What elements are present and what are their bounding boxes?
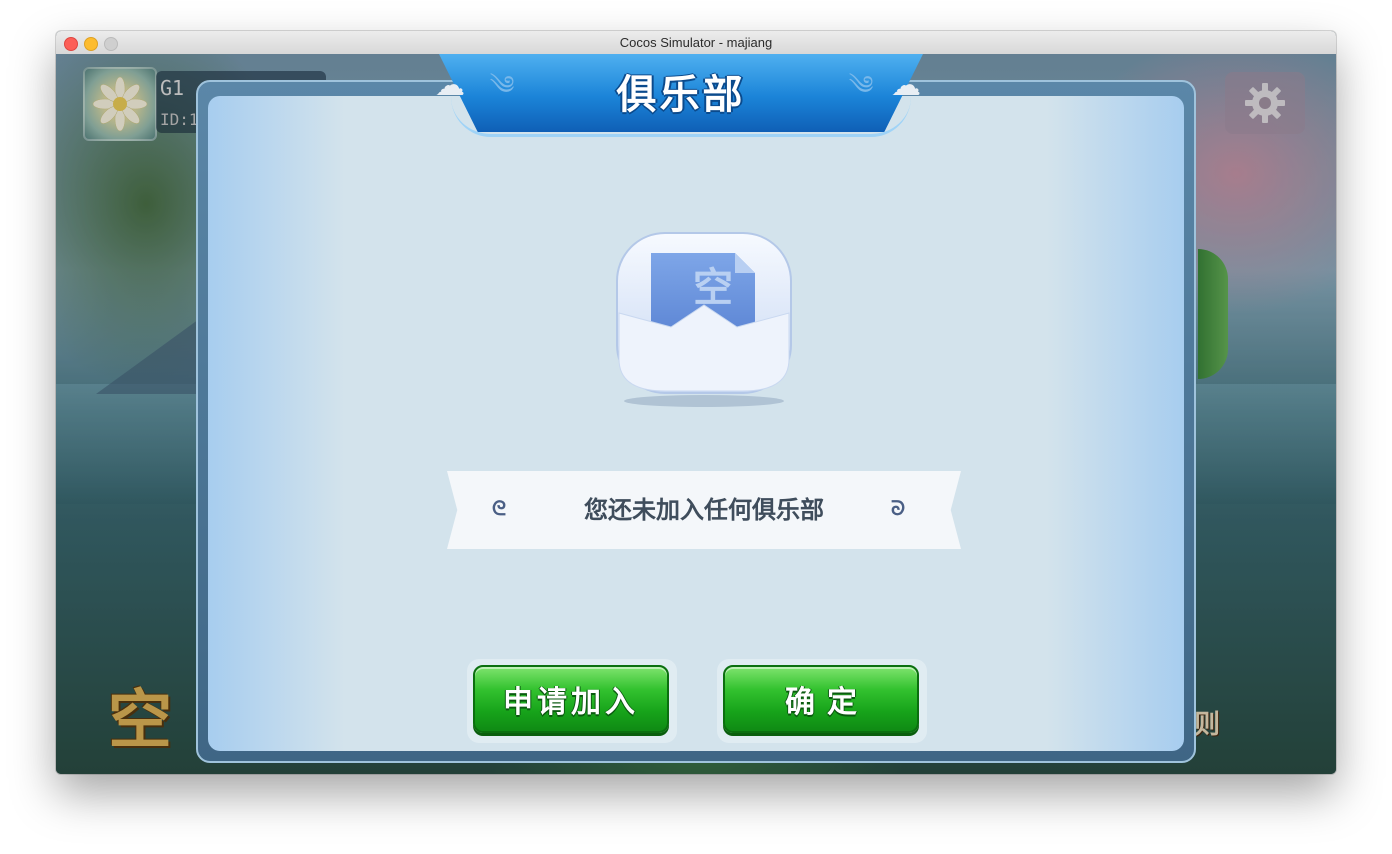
confirm-button-frame: 确定 <box>717 659 927 743</box>
club-dialog <box>196 80 1196 763</box>
apply-join-button-frame: 申请加入 <box>467 659 677 743</box>
window-titlebar: Cocos Simulator - majiang <box>56 31 1336 55</box>
empty-icon-text: 空 <box>693 264 733 311</box>
apply-join-button[interactable]: 申请加入 <box>473 665 669 733</box>
confirm-button[interactable]: 确定 <box>723 665 919 733</box>
empty-club-message: 您还未加入任何俱乐部 <box>584 496 824 524</box>
game-canvas: G1 ID:1 空 则 ☁ ☁ ༄ ༄ 俱乐部 空 ᘓ ᘐ 您还未加入任何俱乐部… <box>56 54 1336 774</box>
club-dialog-panel <box>208 96 1184 751</box>
dialog-title: 俱乐部 <box>616 72 746 118</box>
window-title: Cocos Simulator - majiang <box>619 35 773 50</box>
simulator-window: Cocos Simulator - majiang G1 ID:1 空 则 ☁ … <box>56 31 1336 774</box>
